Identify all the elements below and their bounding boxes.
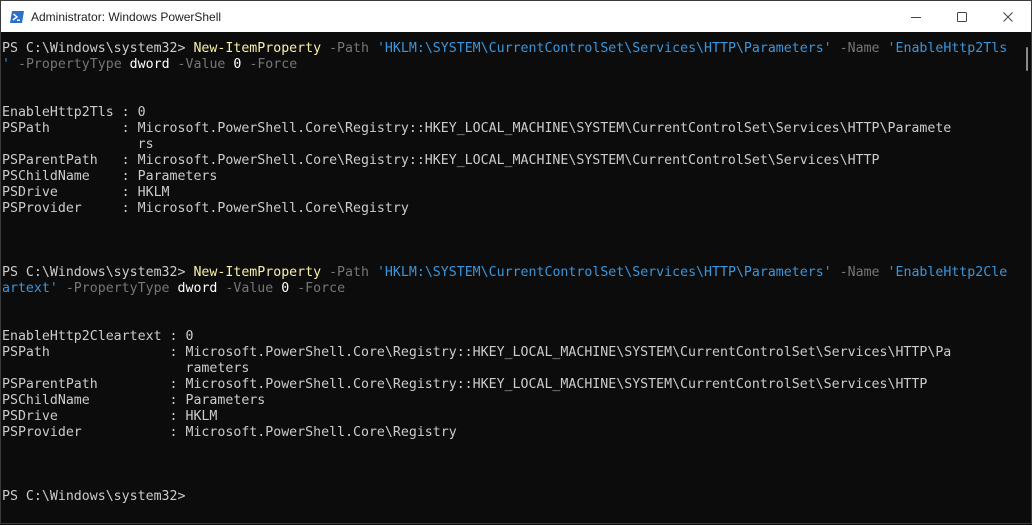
console-line: PS C:\Windows\system32> New-ItemProperty… xyxy=(2,265,1014,281)
scrollbar-thumb[interactable] xyxy=(1026,47,1028,71)
console-text-segment: PSProvider : Microsoft.PowerShell.Core\R… xyxy=(2,425,457,440)
console-line: PS C:\Windows\system32> New-ItemProperty… xyxy=(2,41,1014,57)
maximize-icon xyxy=(957,11,967,22)
console-text-segment: -Value xyxy=(225,281,282,296)
close-button[interactable] xyxy=(985,1,1031,32)
console-text-segment: rameters xyxy=(2,361,250,376)
console-text-segment: PSParentPath : Microsoft.PowerShell.Core… xyxy=(2,153,880,168)
console-text-segment: 0 xyxy=(281,281,298,296)
console-text-segment: -Force xyxy=(297,281,346,296)
console-line: EnableHttp2Cleartext : 0 xyxy=(2,329,1014,345)
console-text-segment: -PropertyType xyxy=(65,281,178,296)
console-line: rs xyxy=(2,137,1014,153)
title-bar[interactable]: Administrator: Windows PowerShell xyxy=(1,1,1031,32)
console-line: PSDrive : HKLM xyxy=(2,185,1014,201)
window-controls xyxy=(893,1,1031,32)
console-text-segment: PSDrive : HKLM xyxy=(2,185,170,200)
console-text-segment: EnableHttp2Cleartext : 0 xyxy=(2,329,194,344)
console-text-segment: artext' xyxy=(2,281,66,296)
console-text-segment: 'EnableHttp2Cle xyxy=(887,265,1008,280)
console-text-segment: 'HKLM:\SYSTEM\CurrentControlSet\Services… xyxy=(376,41,840,56)
console-text-segment: -Path xyxy=(329,41,377,56)
console-text-segment: 'HKLM:\SYSTEM\CurrentControlSet\Services… xyxy=(376,265,840,280)
console-text-segment: -Name xyxy=(839,41,888,56)
console-line: EnableHttp2Tls : 0 xyxy=(2,105,1014,121)
console-line: PS C:\Windows\system32> xyxy=(2,489,1014,505)
console-text-segment: PS C:\Windows\system32> xyxy=(2,41,194,56)
console-line: rameters xyxy=(2,361,1014,377)
console-text-segment: PSPath : Microsoft.PowerShell.Core\Regis… xyxy=(2,345,952,360)
close-icon xyxy=(1003,11,1013,22)
console-text-segment: rs xyxy=(2,137,154,152)
console-text-segment: -Name xyxy=(839,265,888,280)
console-line: PSChildName : Parameters xyxy=(2,169,1014,185)
console-text-segment: PSDrive : HKLM xyxy=(2,409,218,424)
console-line: PSParentPath : Microsoft.PowerShell.Core… xyxy=(2,153,1014,169)
console-text-segment: 0 xyxy=(233,57,250,72)
minimize-icon xyxy=(911,16,921,18)
vertical-scrollbar[interactable] xyxy=(1021,41,1029,521)
console-text-segment: EnableHttp2Tls : 0 xyxy=(2,105,146,120)
console-text-segment: dword xyxy=(129,57,178,72)
console-text-segment: PSChildName : Parameters xyxy=(2,393,266,408)
console-text-segment: -PropertyType xyxy=(17,57,130,72)
console-text-segment: New-ItemProperty xyxy=(193,41,330,56)
console-text-segment: PS C:\Windows\system32> xyxy=(2,265,194,280)
powershell-icon xyxy=(10,10,24,23)
console-text-segment: PSProvider : Microsoft.PowerShell.Core\R… xyxy=(2,201,409,216)
minimize-button[interactable] xyxy=(893,1,939,32)
console-text-segment: PSPath : Microsoft.PowerShell.Core\Regis… xyxy=(2,121,952,136)
console-line: PSDrive : HKLM xyxy=(2,409,1014,425)
console-line: PSPath : Microsoft.PowerShell.Core\Regis… xyxy=(2,345,1014,361)
console-line: artext' -PropertyType dword -Value 0 -Fo… xyxy=(2,281,1014,297)
console-line: ' -PropertyType dword -Value 0 -Force xyxy=(2,57,1014,73)
console-output[interactable]: PS C:\Windows\system32> New-ItemProperty… xyxy=(2,41,1014,525)
console-text-segment: PSParentPath : Microsoft.PowerShell.Core… xyxy=(2,377,928,392)
powershell-window: Administrator: Windows PowerShell PS C:\… xyxy=(0,0,1032,524)
console-text-segment: PSChildName : Parameters xyxy=(2,169,218,184)
console-line: PSProvider : Microsoft.PowerShell.Core\R… xyxy=(2,201,1014,217)
console-text-segment: dword xyxy=(177,281,226,296)
console-text-segment: PS C:\Windows\system32> xyxy=(2,489,186,504)
console-line: PSProvider : Microsoft.PowerShell.Core\R… xyxy=(2,425,1014,441)
console-text-segment: -Path xyxy=(329,265,377,280)
console-line: PSChildName : Parameters xyxy=(2,393,1014,409)
window-title: Administrator: Windows PowerShell xyxy=(31,9,222,24)
console-text-segment: 'EnableHttp2Tls xyxy=(887,41,1008,56)
maximize-button[interactable] xyxy=(939,1,985,32)
console-text-segment: -Force xyxy=(249,57,298,72)
console-line: PSPath : Microsoft.PowerShell.Core\Regis… xyxy=(2,121,1014,137)
console-text-segment: New-ItemProperty xyxy=(193,265,330,280)
console-line: PSParentPath : Microsoft.PowerShell.Core… xyxy=(2,377,1014,393)
console-text-segment: -Value xyxy=(177,57,234,72)
console-text-segment: ' xyxy=(2,57,18,72)
